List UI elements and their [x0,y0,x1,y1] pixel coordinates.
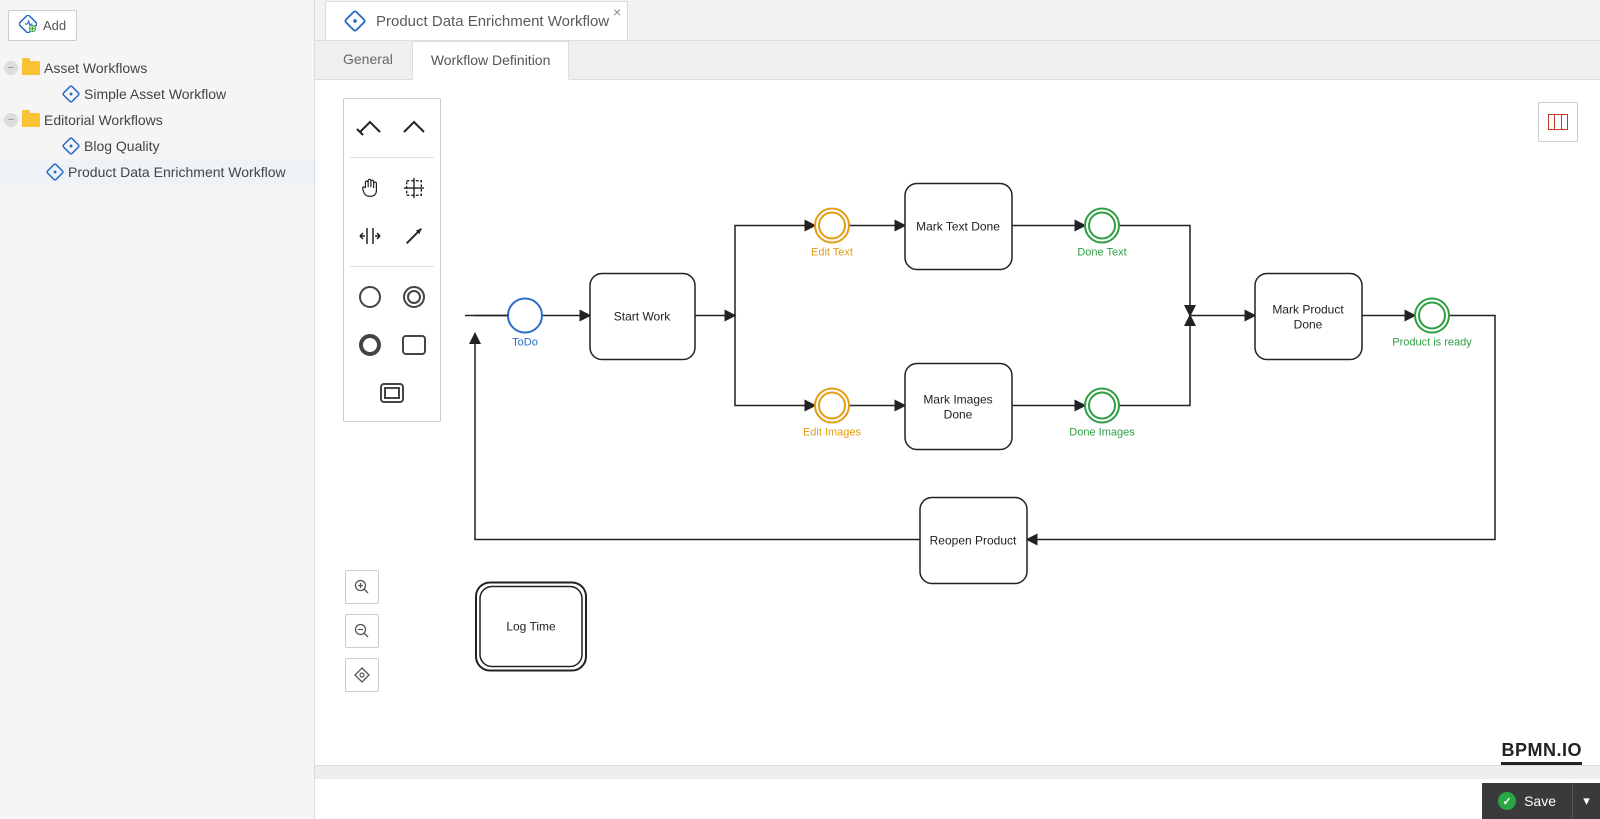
task-mark-product-done-label1: Mark Product [1272,303,1344,317]
bpmn-diagram: ToDo Start Work Edit Text Edit Images Ma… [315,80,1600,819]
task-mark-product-done-label2: Done [1294,318,1323,332]
save-button[interactable]: ✓ Save [1482,783,1572,819]
event-edit-text-label: Edit Text [811,247,853,259]
save-dropdown[interactable]: ▾ [1572,783,1600,819]
event-done-text-label: Done Text [1077,247,1126,259]
subtab-bar: General Workflow Definition [315,40,1600,80]
subtab-general[interactable]: General [325,41,412,79]
event-product-ready-label: Product is ready [1392,337,1472,349]
task-start-work[interactable] [590,274,695,360]
subtab-definition[interactable]: Workflow Definition [412,41,570,80]
tree-item-label: Simple Asset Workflow [84,86,226,102]
undo-icon[interactable] [350,107,390,147]
minimap-icon [1548,114,1568,130]
savebar: ✓ Save ▾ [1482,783,1600,819]
event-todo-label: ToDo [512,337,538,349]
editor-tab[interactable]: Product Data Enrichment Workflow × [325,1,628,40]
intermediate-event-icon[interactable] [394,277,434,317]
redo-icon[interactable] [394,107,434,147]
hand-tool-icon[interactable] [350,168,390,208]
workflow-icon [46,163,64,181]
minimap-toggle[interactable] [1538,102,1578,142]
tree-folder-label: Asset Workflows [44,60,147,76]
start-event-icon[interactable] [350,277,390,317]
collapse-icon[interactable]: − [4,61,18,75]
event-edit-text[interactable] [815,209,849,243]
event-done-images-label: Done Images [1069,427,1135,439]
brand-label: BPMN.IO [1501,740,1582,765]
add-workflow-icon [19,15,37,36]
sidebar: Add − Asset Workflows Simple Asset Workf… [0,0,315,819]
task-mark-product-done[interactable] [1255,274,1362,360]
event-edit-images[interactable] [815,389,849,423]
tree: − Asset Workflows Simple Asset Workflow … [0,49,314,191]
save-label: Save [1524,793,1556,809]
workflow-icon [62,85,80,103]
event-edit-images-label: Edit Images [803,427,862,439]
task-mark-images-done-label2: Done [944,408,973,422]
editor-tab-title: Product Data Enrichment Workflow [376,13,609,30]
event-done-text[interactable] [1085,209,1119,243]
tree-item-label: Blog Quality [84,138,159,154]
close-icon[interactable]: × [613,4,621,20]
add-button[interactable]: Add [8,10,77,41]
lasso-tool-icon[interactable] [394,168,434,208]
tree-item-simple-asset[interactable]: Simple Asset Workflow [0,81,314,107]
event-done-images[interactable] [1085,389,1119,423]
subprocess-icon[interactable] [372,373,412,413]
workflow-icon [344,10,366,32]
main: Product Data Enrichment Workflow × Gener… [315,0,1600,819]
event-product-ready[interactable] [1415,299,1449,333]
task-reopen-product-label: Reopen Product [930,534,1017,548]
canvas[interactable]: ToDo Start Work Edit Text Edit Images Ma… [315,80,1600,819]
task-mark-images-done-label1: Mark Images [923,393,992,407]
workflow-icon [62,137,80,155]
tree-folder-label: Editorial Workflows [44,112,163,128]
connect-tool-icon[interactable] [394,216,434,256]
zoom-out-icon[interactable] [345,614,379,648]
bottom-scrollbar[interactable] [315,765,1600,779]
folder-icon [22,113,40,127]
task-mark-images-done[interactable] [905,364,1012,450]
tree-item-label: Product Data Enrichment Workflow [68,164,286,180]
task-log-time-label: Log Time [506,620,556,634]
task-mark-text-done[interactable] [905,184,1012,270]
editor-tabbar: Product Data Enrichment Workflow × [315,0,1600,40]
task-reopen-product[interactable] [920,498,1027,584]
task-log-time[interactable] [480,587,582,667]
space-tool-icon[interactable] [350,216,390,256]
zoom-reset-icon[interactable] [345,658,379,692]
folder-icon [22,61,40,75]
check-icon: ✓ [1498,792,1516,810]
collapse-icon[interactable]: − [4,113,18,127]
add-label: Add [43,18,66,33]
zoom-in-icon[interactable] [345,570,379,604]
tree-folder-asset[interactable]: − Asset Workflows [0,55,314,81]
event-todo[interactable] [508,299,542,333]
tree-folder-editorial[interactable]: − Editorial Workflows [0,107,314,133]
zoom-controls [345,570,379,692]
task-mark-text-done-label: Mark Text Done [916,220,1000,234]
tree-item-blog-quality[interactable]: Blog Quality [0,133,314,159]
task-icon[interactable] [394,325,434,365]
palette [343,98,441,422]
task-start-work-label: Start Work [614,310,671,324]
end-event-icon[interactable] [350,325,390,365]
tree-item-product-enrichment[interactable]: Product Data Enrichment Workflow [0,159,314,185]
